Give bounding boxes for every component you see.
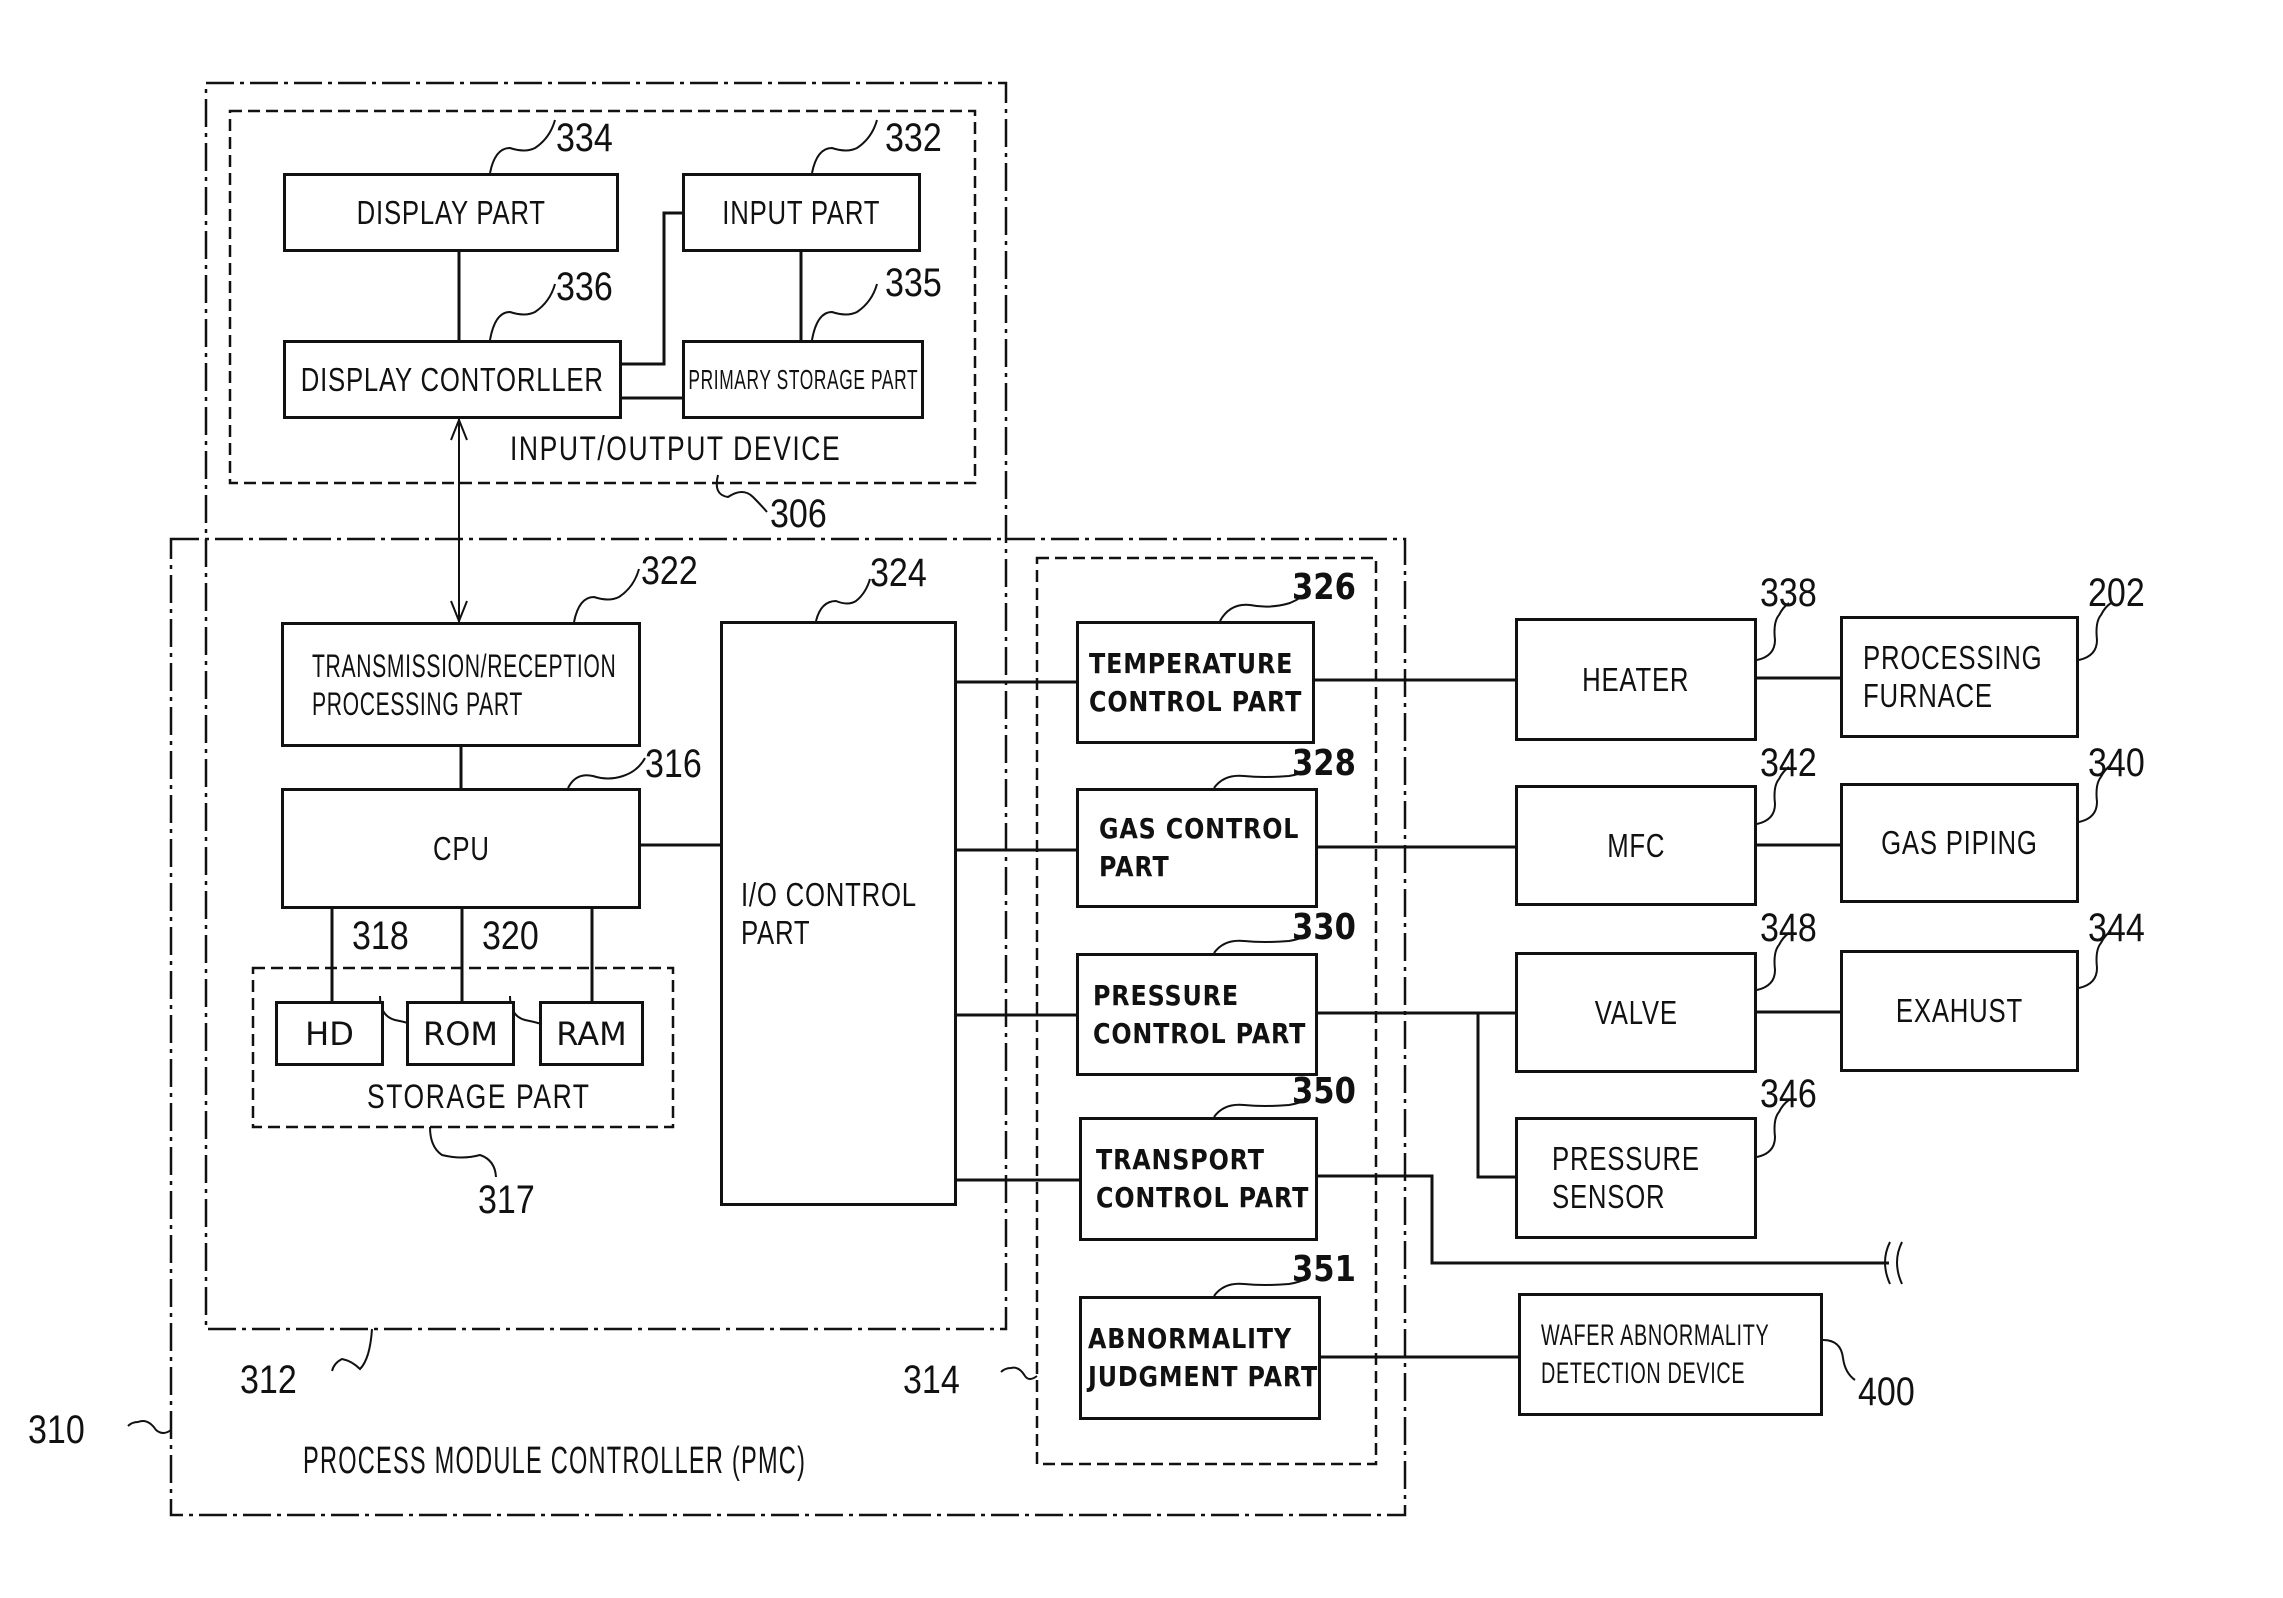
- leader-310: [127, 1420, 172, 1434]
- ref-312: 312: [240, 1358, 297, 1402]
- display-part-block: DISPLAY PART: [283, 173, 619, 252]
- leader-314: [1000, 1366, 1038, 1380]
- abnormality-judgment-block: ABNORMALITY JUDGMENT PART: [1079, 1296, 1321, 1420]
- ref-326: 326: [1292, 567, 1356, 608]
- ref-334: 334: [556, 116, 613, 160]
- exhaust-block: EXAHUST: [1840, 950, 2079, 1072]
- exhaust-label: EXAHUST: [1895, 992, 2024, 1029]
- storage-part-label: STORAGE PART: [367, 1078, 591, 1116]
- transport-control-block: TRANSPORT CONTROL PART: [1079, 1117, 1318, 1241]
- rom-label: ROM: [422, 1014, 499, 1053]
- leader-334: [489, 119, 556, 174]
- leader-332: [811, 119, 878, 174]
- ref-328: 328: [1292, 743, 1356, 784]
- ref-310: 310: [28, 1408, 85, 1452]
- io-device-label: INPUT/OUTPUT DEVICE: [510, 430, 842, 468]
- leader-336: [489, 283, 556, 341]
- display-controller-label: DISPLAY CONTORLLER: [300, 360, 605, 398]
- wafer-abnormality-block: WAFER ABNORMALITY DETECTION DEVICE: [1518, 1293, 1823, 1416]
- ref-317: 317: [478, 1178, 535, 1222]
- input-part-label: INPUT PART: [722, 193, 881, 231]
- valve-label: VALVE: [1594, 993, 1678, 1031]
- primary-storage-block: PRIMARY STORAGE PART: [682, 340, 924, 419]
- mfc-label: MFC: [1606, 826, 1666, 864]
- heater-label: HEATER: [1582, 660, 1690, 698]
- display-part-label: DISPLAY PART: [356, 193, 546, 231]
- trans-recep-block: TRANSMISSION/RECEPTION PROCESSING PART: [281, 622, 641, 747]
- input-part-block: INPUT PART: [682, 173, 921, 252]
- transport-control-label: TRANSPORT CONTROL PART: [1096, 1143, 1310, 1214]
- ref-202: 202: [2088, 571, 2145, 615]
- gas-piping-block: GAS PIPING: [1840, 783, 2079, 903]
- leader-312: [331, 1328, 373, 1372]
- mfc-block: MFC: [1515, 785, 1757, 906]
- pressure-control-block: PRESSURE CONTROL PART: [1076, 953, 1318, 1076]
- ref-400: 400: [1858, 1370, 1915, 1414]
- temp-control-label: TEMPERATURE CONTROL PART: [1089, 646, 1303, 718]
- rom-block: ROM: [406, 1001, 515, 1066]
- ref-332: 332: [885, 116, 942, 160]
- leader-324: [815, 578, 871, 622]
- ref-351: 351: [1292, 1249, 1356, 1290]
- ref-306: 306: [770, 492, 827, 536]
- ref-318: 318: [352, 914, 409, 958]
- io-control-block: I/O CONTROL PART: [720, 621, 957, 1206]
- ref-342: 342: [1760, 741, 1817, 785]
- heater-block: HEATER: [1515, 618, 1757, 741]
- ram-label: RAM: [556, 1014, 627, 1053]
- gas-control-label: GAS CONTROL PART: [1099, 812, 1300, 883]
- pressure-sensor-block: PRESSURE SENSOR: [1515, 1117, 1757, 1239]
- hd-label: HD: [305, 1014, 354, 1053]
- temp-control-block: TEMPERATURE CONTROL PART: [1076, 621, 1315, 744]
- abnormality-judgment-label: ABNORMALITY JUDGMENT PART: [1088, 1322, 1319, 1393]
- ref-348: 348: [1760, 906, 1817, 950]
- ref-340: 340: [2088, 741, 2145, 785]
- ref-316: 316: [645, 742, 702, 786]
- ref-346: 346: [1760, 1072, 1817, 1116]
- pmc-label: PROCESS MODULE CONTROLLER (PMC): [303, 1440, 807, 1482]
- gas-control-block: GAS CONTROL PART: [1076, 788, 1318, 908]
- processing-furnace-label: PROCESSING FURNACE: [1863, 639, 2043, 714]
- ref-350: 350: [1292, 1071, 1356, 1112]
- display-controller-block: DISPLAY CONTORLLER: [283, 340, 622, 419]
- line-input-to-controller: [622, 211, 682, 366]
- leader-400: [1822, 1339, 1856, 1381]
- leader-306: [715, 474, 768, 513]
- io-control-label: I/O CONTROL PART: [741, 875, 917, 951]
- cpu-label: CPU: [432, 829, 490, 867]
- leader-317: [429, 1126, 497, 1178]
- leader-322: [573, 568, 640, 623]
- cpu-block: CPU: [281, 788, 641, 909]
- primary-storage-label: PRIMARY STORAGE PART: [688, 363, 918, 395]
- line-pressure-to-sensor: [1476, 1013, 1515, 1179]
- ref-322: 322: [641, 549, 698, 593]
- hd-block: HD: [275, 1001, 384, 1066]
- processing-furnace-block: PROCESSING FURNACE: [1840, 616, 2079, 738]
- ref-324: 324: [870, 551, 927, 595]
- ref-336: 336: [556, 265, 613, 309]
- ref-335: 335: [885, 261, 942, 305]
- ref-330: 330: [1292, 907, 1356, 948]
- ref-314: 314: [903, 1358, 960, 1402]
- wafer-abnormality-label: WAFER ABNORMALITY DETECTION DEVICE: [1541, 1318, 1770, 1390]
- pressure-control-label: PRESSURE CONTROL PART: [1093, 978, 1307, 1050]
- ram-block: RAM: [539, 1001, 644, 1066]
- ref-338: 338: [1760, 571, 1817, 615]
- leader-335: [811, 283, 878, 341]
- ref-320: 320: [482, 914, 539, 958]
- valve-block: VALVE: [1515, 952, 1757, 1073]
- leader-316: [567, 757, 646, 789]
- gas-piping-label: GAS PIPING: [1881, 824, 2038, 861]
- pressure-sensor-label: PRESSURE SENSOR: [1552, 1140, 1700, 1215]
- trans-recep-label: TRANSMISSION/RECEPTION PROCESSING PART: [312, 647, 617, 722]
- ref-344: 344: [2088, 906, 2145, 950]
